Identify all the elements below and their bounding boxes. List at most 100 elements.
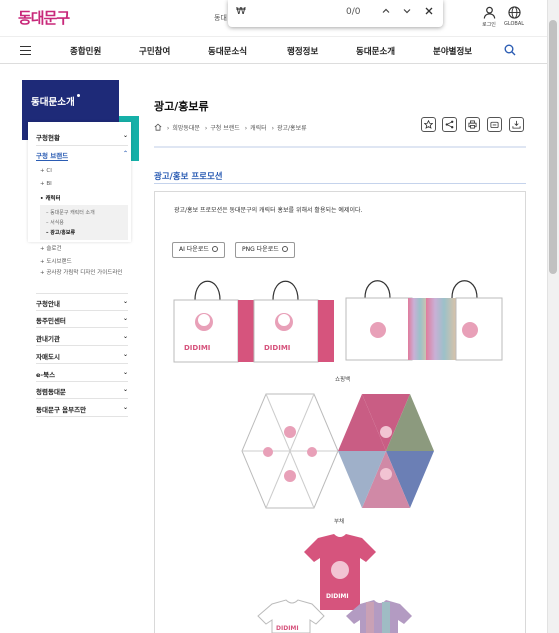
lnb-item-brand[interactable]: 구청 브랜드 ⌃ — [36, 150, 128, 161]
lnb-sub2-intro[interactable]: – 동대문구 캐릭터 소개 — [46, 209, 95, 216]
character-name: DIDIMI — [276, 625, 299, 632]
user-icon — [483, 6, 495, 19]
login-label: 로그인 — [482, 22, 496, 28]
download-page-button[interactable] — [509, 117, 524, 132]
lnb-sub-slogan[interactable]: + 슬로건 — [40, 244, 62, 252]
button-label: AI 다운로드 — [179, 246, 209, 253]
lnb-item-integrity[interactable]: 청렴동대문 ⌄ — [36, 386, 128, 396]
bookmark-button[interactable] — [421, 117, 436, 132]
description: 광고/홍보 프로모션은 동대문구의 캐릭터 홍보를 위해서 활용되는 예제이다. — [174, 207, 363, 214]
page-title: 광고/홍보류 — [154, 100, 209, 113]
download-icon — [281, 246, 288, 252]
lnb-sub-bi[interactable]: + BI — [40, 181, 52, 187]
menu-icon[interactable] — [20, 46, 31, 55]
home-icon[interactable] — [154, 123, 162, 131]
sub-label: 도시브랜드 — [46, 259, 72, 265]
find-close-button[interactable] — [420, 4, 438, 22]
nav-item-fields[interactable]: 분야별정보 — [433, 45, 472, 57]
character-name: DIDIMI — [264, 344, 290, 352]
find-previous-button[interactable] — [377, 4, 395, 22]
divider — [36, 416, 128, 417]
lnb-item-label: 자매도시 — [36, 353, 60, 361]
breadcrumb-item[interactable]: 희망동대문 — [172, 125, 200, 132]
divider — [36, 345, 128, 346]
breadcrumb-current: 광고/홍보류 — [277, 125, 307, 132]
breadcrumb-item[interactable]: 구청 브랜드 — [210, 125, 240, 132]
sub-label: 공사장 가림막 디자인 가이드라인 — [46, 270, 123, 276]
character-name: DIDIMI — [184, 344, 210, 352]
nav-item-about[interactable]: 동대문소개 — [356, 45, 395, 57]
lnb-item-guide[interactable]: 구청안내 ⌄ — [36, 298, 128, 308]
download-icon — [512, 120, 521, 129]
copy-url-button[interactable] — [487, 117, 502, 132]
caption-fan: 부채 — [334, 519, 345, 525]
lnb-sub-character[interactable]: • 캐릭터 — [40, 194, 61, 202]
tshirt-image: DIDIMI DIDIMI — [257, 534, 412, 633]
shopping-bag-image: DIDIMI DIDIMI — [173, 280, 503, 363]
search-icon[interactable] — [504, 44, 516, 56]
lnb-item-label: 관내기관 — [36, 335, 60, 343]
fan-image — [241, 393, 434, 509]
lnb-item-status[interactable]: 구청현황 ⌄ — [36, 132, 128, 142]
lnb-sub-guideline[interactable]: + 공사장 가림막 디자인 가이드라인 — [40, 269, 126, 278]
share-icon — [445, 120, 454, 129]
sub2-label: 광고/홍보류 — [50, 230, 76, 236]
lnb-item-label: 구청안내 — [36, 300, 60, 308]
chevron-up-icon: ⌃ — [122, 150, 128, 157]
sub-label: 캐릭터 — [45, 196, 61, 202]
chevron-up-icon — [382, 8, 390, 13]
scrollbar-thumb[interactable] — [549, 20, 557, 274]
chevron-down-icon: ⌄ — [122, 132, 128, 139]
lnb-item-label: 동주민센터 — [36, 317, 66, 325]
lnb-item-label: e-북스 — [36, 371, 56, 379]
lnb-sub2-ads[interactable]: – 광고/홍보류 — [46, 229, 75, 236]
sub-label: BI — [46, 181, 52, 187]
nav-item-participation[interactable]: 구민참여 — [139, 45, 170, 57]
print-button[interactable] — [465, 117, 480, 132]
lnb-item-label: 구청 브랜드 — [36, 152, 69, 161]
site-label: 동대 — [214, 14, 227, 22]
png-download-button[interactable]: PNG 다운로드 — [235, 242, 295, 258]
nav-item-civil[interactable]: 종합민원 — [70, 45, 101, 57]
caption-bag: 쇼핑백 — [335, 377, 351, 383]
lnb-item-ebooks[interactable]: e-북스 ⌄ — [36, 369, 128, 379]
chevron-down-icon — [403, 9, 411, 14]
lnb-item-community[interactable]: 동주민센터 ⌄ — [36, 315, 128, 325]
chevron-down-icon: ⌄ — [122, 315, 128, 322]
ai-download-button[interactable]: AI 다운로드 — [172, 242, 225, 258]
main-nav: 종합민원 구민참여 동대문소식 행정정보 동대문소개 분야별정보 — [0, 36, 547, 64]
divider — [36, 381, 128, 382]
button-label: PNG 다운로드 — [242, 246, 279, 253]
sub-label: CI — [46, 168, 52, 174]
global-button[interactable]: GLOBAL — [498, 6, 530, 27]
nav-item-news[interactable]: 동대문소식 — [208, 45, 247, 57]
nav-item-admin[interactable]: 행정정보 — [287, 45, 318, 57]
download-icon — [211, 246, 218, 252]
chevron-down-icon: ⌄ — [122, 333, 128, 340]
sub-label: 슬로건 — [46, 246, 62, 252]
site-logo[interactable]: 동대문구 — [18, 7, 70, 28]
lnb-sub-ci[interactable]: + CI — [40, 168, 52, 174]
divider — [36, 145, 128, 146]
section-title: 광고/홍보 프로모션 — [154, 172, 223, 182]
close-icon — [425, 7, 433, 15]
divider — [36, 363, 128, 364]
share-button[interactable] — [442, 117, 457, 132]
sub2-label: 서식용 — [50, 220, 64, 226]
find-bar: ₩ 0/0 — [228, 0, 443, 27]
lnb-item-sister-city[interactable]: 자매도시 ⌄ — [36, 351, 128, 361]
lnb-item-ombudsman[interactable]: 동대문구 옴부즈만 ⌄ — [36, 404, 128, 414]
divider — [36, 398, 128, 399]
lnb-title-text: 동대문소개 — [31, 97, 75, 108]
breadcrumb-item[interactable]: 캐릭터 — [250, 125, 267, 132]
chevron-down-icon: ⌄ — [122, 404, 128, 411]
lnb-sub2-forms[interactable]: – 서식용 — [46, 219, 64, 226]
globe-icon — [507, 6, 521, 19]
chevron-down-icon: ⌄ — [122, 369, 128, 376]
find-next-button[interactable] — [398, 4, 416, 22]
lnb-item-label: 구청현황 — [36, 134, 60, 142]
sub2-label: 동대문구 캐릭터 소개 — [50, 210, 95, 216]
lnb-item-agencies[interactable]: 관내기관 ⌄ — [36, 333, 128, 343]
lnb-sub-citybrand[interactable]: + 도시브랜드 — [40, 257, 72, 265]
star-icon — [424, 120, 433, 129]
